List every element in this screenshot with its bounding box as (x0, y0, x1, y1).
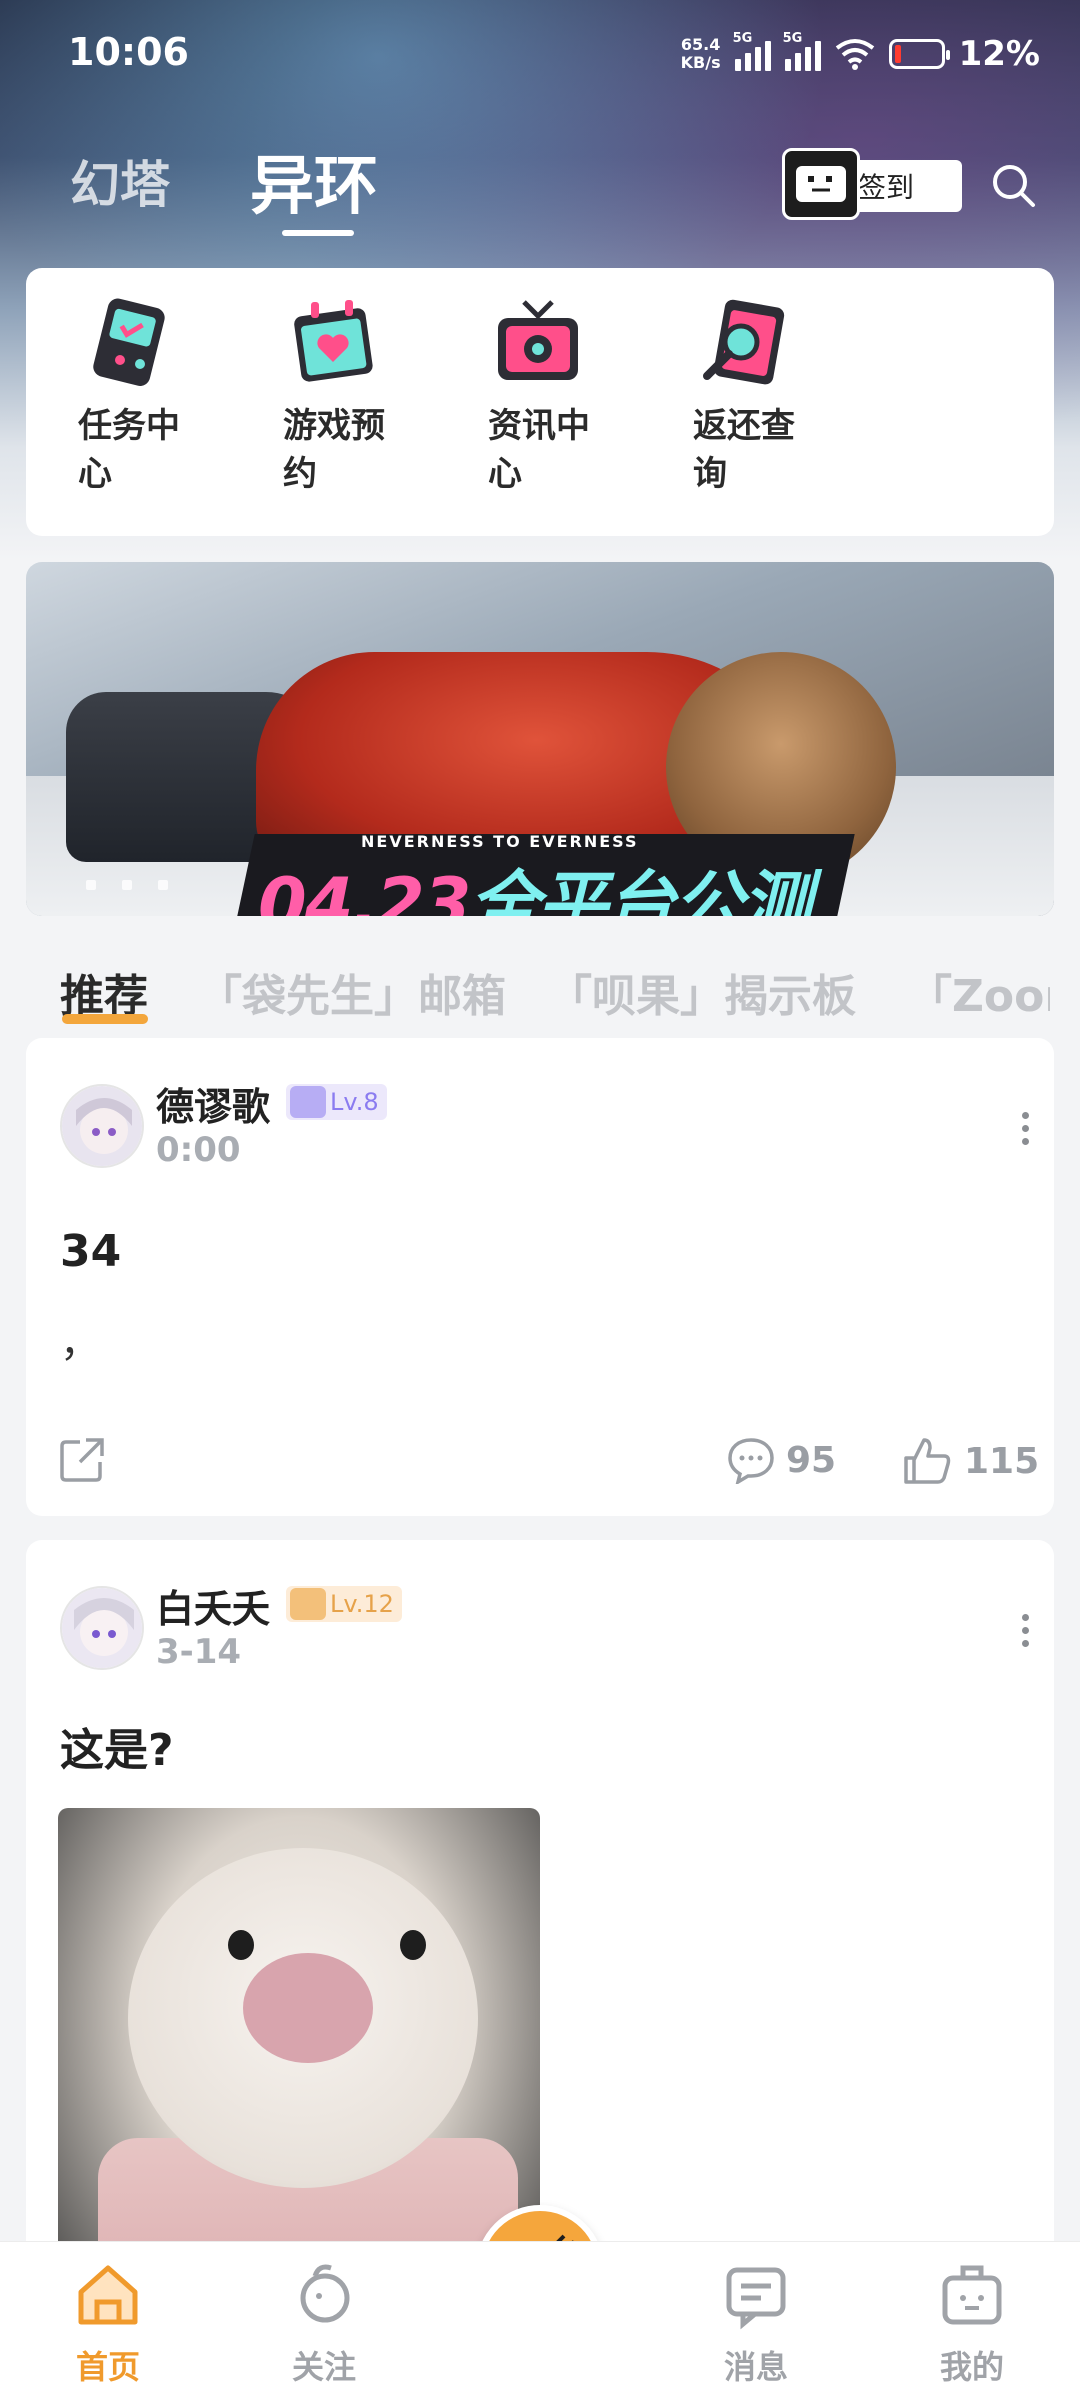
comment-stat[interactable]: 95 (726, 1436, 836, 1484)
post-time: 0:00 (156, 1130, 241, 1170)
network-speed: 65.4 KB/s (680, 35, 721, 72)
shortcut-news-center[interactable]: 资讯中心 (436, 292, 590, 498)
tab-mr-bag-mailbox[interactable]: 「袋先生」邮箱 (198, 960, 506, 1024)
shortcut-refund-query[interactable]: 返还查询 (641, 292, 795, 498)
pig-eye (228, 1930, 254, 1960)
tv-icon (498, 300, 578, 380)
home-icon (78, 2265, 138, 2325)
post-title: 34 (60, 1226, 122, 1277)
banner-dot (158, 880, 168, 890)
category-tabs: 推荐 「袋先生」邮箱 「呗果」揭示板 「Zoor (0, 960, 1050, 1030)
nav-home[interactable]: 首页 (48, 2260, 168, 2388)
share-icon[interactable] (58, 1434, 108, 1484)
avatar[interactable] (60, 1586, 144, 1670)
banner-pagination (86, 880, 168, 890)
shortcut-task-center[interactable]: 任务中心 (26, 292, 180, 498)
post-body: ， (60, 1320, 100, 1366)
post-card[interactable]: 德谬歌 Lv.8 0:00 34 ， 95 115 (26, 1038, 1054, 1516)
level-icon (290, 1588, 326, 1620)
profile-icon (942, 2265, 1002, 2325)
signin-robot-icon[interactable] (782, 148, 860, 220)
level-badge: Lv.12 (286, 1586, 402, 1622)
post-image[interactable] (58, 1808, 540, 2280)
promo-banner[interactable]: NEVERNESS TO EVERNESS 04.23全平台公测 (26, 562, 1054, 916)
level-badge: Lv.8 (286, 1084, 387, 1120)
wifi-icon (835, 39, 874, 70)
tab-zoor[interactable]: 「Zoor (908, 960, 1050, 1024)
signal-icon: 5G (733, 31, 771, 71)
username[interactable]: 白夭夭 (156, 1578, 270, 1633)
banner-title: 04.23全平台公测 (258, 863, 811, 916)
pig-eye (400, 1930, 426, 1960)
tab-beiguo-board[interactable]: 「呗果」揭示板 (548, 960, 856, 1024)
game-tab-huanta[interactable]: 幻塔 (70, 145, 170, 217)
post-card[interactable]: 白夭夭 Lv.12 3-14 这是? (26, 1540, 1054, 2280)
search-icon[interactable] (988, 160, 1038, 210)
clipboard-search-icon (703, 299, 785, 385)
status-bar: 10:06 65.4 KB/s 5G 5G 12% (0, 0, 1080, 110)
like-stat[interactable]: 115 (902, 1436, 1039, 1486)
status-icons: 65.4 KB/s 5G 5G 12% (681, 30, 1040, 78)
calendar-heart-icon (294, 300, 373, 382)
nav-profile[interactable]: 我的 (912, 2260, 1032, 2388)
level-icon (290, 1086, 326, 1118)
gamepad-icon (93, 298, 165, 386)
nav-follow[interactable]: 关注 (264, 2260, 384, 2388)
shortcut-game-reservation[interactable]: 游戏预约 (231, 292, 385, 498)
more-options-icon[interactable] (1022, 1614, 1030, 1647)
post-time: 3-14 (156, 1632, 242, 1672)
tab-indicator (62, 1014, 148, 1024)
avatar[interactable] (60, 1084, 144, 1168)
banner-dot (86, 880, 96, 890)
thumbs-up-icon (904, 1438, 951, 1484)
banner-dot (122, 880, 132, 890)
signal-icon-2: 5G (783, 31, 821, 71)
battery-icon (888, 39, 950, 69)
comment-icon (728, 1438, 774, 1484)
more-options-icon[interactable] (1022, 1112, 1030, 1145)
nav-messages[interactable]: 消息 (696, 2260, 816, 2388)
message-icon (726, 2267, 786, 2330)
bottom-nav: 首页 关注 消息 我的 (0, 2241, 1080, 2401)
username[interactable]: 德谬歌 (156, 1076, 270, 1131)
follow-icon (300, 2264, 350, 2323)
pig-snout (243, 1953, 373, 2063)
status-time: 10:06 (68, 30, 189, 74)
game-tab-indicator (282, 230, 354, 236)
shortcut-panel: 任务中心 游戏预约 资讯中心 返还查询 (26, 268, 1054, 536)
battery-percent: 12% (958, 34, 1040, 74)
post-title: 这是? (60, 1725, 174, 1776)
game-tab-yihuan[interactable]: 异环 (250, 135, 378, 227)
